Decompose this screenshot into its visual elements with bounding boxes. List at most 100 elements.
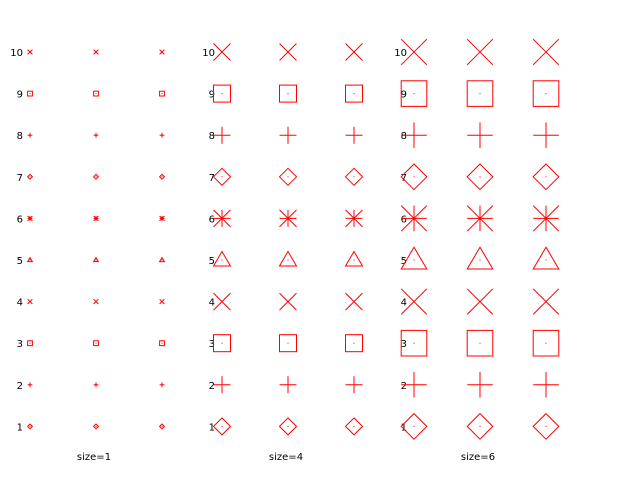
row-label: 7 xyxy=(209,173,215,184)
marker-x-cross-size-6 xyxy=(466,38,494,66)
marker-dotted-diamond-size-1 xyxy=(26,423,34,430)
marker-plus-size-6 xyxy=(401,372,427,398)
marker-dotted-diamond-size-4 xyxy=(344,417,364,436)
marker-dotted-diamond-size-6 xyxy=(532,163,560,191)
marker-dotted-square-size-6 xyxy=(532,329,560,357)
marker-x-cross-size-1 xyxy=(93,49,99,55)
marker-x-cross-size-4 xyxy=(345,43,363,61)
marker-dotted-square-size-1 xyxy=(159,90,165,97)
marker-dotted-square-size-1 xyxy=(159,340,165,347)
row-labels: 109876543211098765432110987654321 xyxy=(10,48,407,433)
marker-plus-size-6 xyxy=(467,372,493,398)
row-label: 3 xyxy=(17,339,23,350)
row-label: 4 xyxy=(209,298,215,309)
marker-x-cross-size-6 xyxy=(466,288,494,315)
marker-x-cross-size-1 xyxy=(27,298,33,305)
marker-plus-size-4 xyxy=(345,126,363,144)
marker-x-cross-size-4 xyxy=(213,43,231,61)
group-label: size=6 xyxy=(461,452,495,463)
marker-x-cross-size-6 xyxy=(532,38,560,66)
row-label: 4 xyxy=(17,298,23,309)
row-label: 9 xyxy=(17,90,23,101)
marker-dotted-square-size-1 xyxy=(93,90,99,97)
marker-x-cross-size-4 xyxy=(279,43,297,61)
row-label: 3 xyxy=(209,339,215,350)
marker-plus-size-1 xyxy=(159,132,165,138)
row-label: 9 xyxy=(209,90,215,101)
marker-dotted-square-size-4 xyxy=(279,334,297,353)
marker-asterisk-size-1 xyxy=(159,215,165,222)
marker-plus-size-1 xyxy=(27,132,33,138)
marker-plus-size-4 xyxy=(345,376,363,394)
symbol-size-chart: 109876543211098765432110987654321 size=1… xyxy=(10,38,560,463)
marker-asterisk-size-4 xyxy=(345,209,363,228)
group-label: size=1 xyxy=(77,452,111,463)
marker-dotted-diamond-size-1 xyxy=(158,173,166,180)
row-label: 2 xyxy=(401,381,407,392)
marker-plus-size-4 xyxy=(279,126,297,144)
marker-dotted-square-size-4 xyxy=(345,84,363,103)
marker-plus-size-6 xyxy=(533,372,559,398)
row-label: 8 xyxy=(17,131,23,142)
marker-dotted-triangle-size-1 xyxy=(26,256,34,263)
marker-dotted-diamond-size-4 xyxy=(212,417,232,436)
row-label: 10 xyxy=(202,48,215,59)
marker-dotted-triangle-size-4 xyxy=(212,250,232,267)
row-label: 7 xyxy=(17,173,23,184)
row-label: 6 xyxy=(401,214,407,225)
marker-dotted-square-size-4 xyxy=(213,334,231,353)
marker-plus-size-1 xyxy=(27,382,33,388)
marker-x-cross-size-4 xyxy=(345,292,363,311)
marker-dotted-triangle-size-1 xyxy=(92,256,100,263)
marker-asterisk-size-6 xyxy=(400,205,428,232)
marker-dotted-diamond-size-4 xyxy=(344,167,364,187)
marker-dotted-diamond-size-4 xyxy=(278,167,298,187)
marker-asterisk-size-6 xyxy=(466,205,494,232)
row-label: 1 xyxy=(17,422,23,433)
marker-x-cross-size-1 xyxy=(93,298,99,305)
group-labels: size=1 size=4 size=6 xyxy=(77,452,495,463)
row-label: 5 xyxy=(17,256,23,267)
marker-x-cross-size-6 xyxy=(532,288,560,315)
marker-plus-size-4 xyxy=(279,376,297,394)
group-label: size=4 xyxy=(269,452,303,463)
row-label: 8 xyxy=(209,131,215,142)
marker-grid xyxy=(26,38,560,440)
marker-dotted-triangle-size-6 xyxy=(466,246,494,270)
marker-x-cross-size-1 xyxy=(159,298,165,305)
marker-dotted-square-size-6 xyxy=(532,80,560,107)
marker-x-cross-size-4 xyxy=(279,292,297,311)
marker-dotted-diamond-size-1 xyxy=(26,173,34,180)
marker-dotted-diamond-size-4 xyxy=(278,417,298,436)
marker-dotted-triangle-size-4 xyxy=(344,250,364,267)
marker-dotted-square-size-4 xyxy=(345,334,363,353)
row-label: 1 xyxy=(209,422,215,433)
marker-dotted-diamond-size-6 xyxy=(466,163,494,191)
marker-plus-size-4 xyxy=(213,126,231,144)
marker-dotted-square-size-6 xyxy=(466,80,494,107)
row-label: 4 xyxy=(401,298,407,309)
marker-asterisk-size-1 xyxy=(27,215,33,222)
marker-asterisk-size-1 xyxy=(93,215,99,222)
marker-dotted-square-size-4 xyxy=(213,84,231,103)
marker-dotted-diamond-size-1 xyxy=(92,423,100,430)
row-label: 6 xyxy=(209,214,215,225)
marker-x-cross-size-4 xyxy=(213,292,231,311)
marker-dotted-triangle-size-6 xyxy=(532,246,560,270)
row-label: 10 xyxy=(394,48,407,59)
marker-asterisk-size-4 xyxy=(279,209,297,228)
row-label: 10 xyxy=(10,48,23,59)
row-label: 2 xyxy=(209,381,215,392)
row-label: 8 xyxy=(401,131,407,142)
row-label: 2 xyxy=(17,381,23,392)
marker-dotted-triangle-size-4 xyxy=(278,250,298,267)
marker-dotted-square-size-1 xyxy=(27,90,33,97)
marker-dotted-square-size-4 xyxy=(279,84,297,103)
marker-x-cross-size-1 xyxy=(27,49,33,55)
marker-plus-size-4 xyxy=(213,376,231,394)
marker-dotted-square-size-6 xyxy=(466,329,494,357)
marker-plus-size-6 xyxy=(533,122,559,148)
marker-dotted-square-size-1 xyxy=(93,340,99,347)
marker-plus-size-6 xyxy=(467,122,493,148)
marker-plus-size-1 xyxy=(93,382,99,388)
